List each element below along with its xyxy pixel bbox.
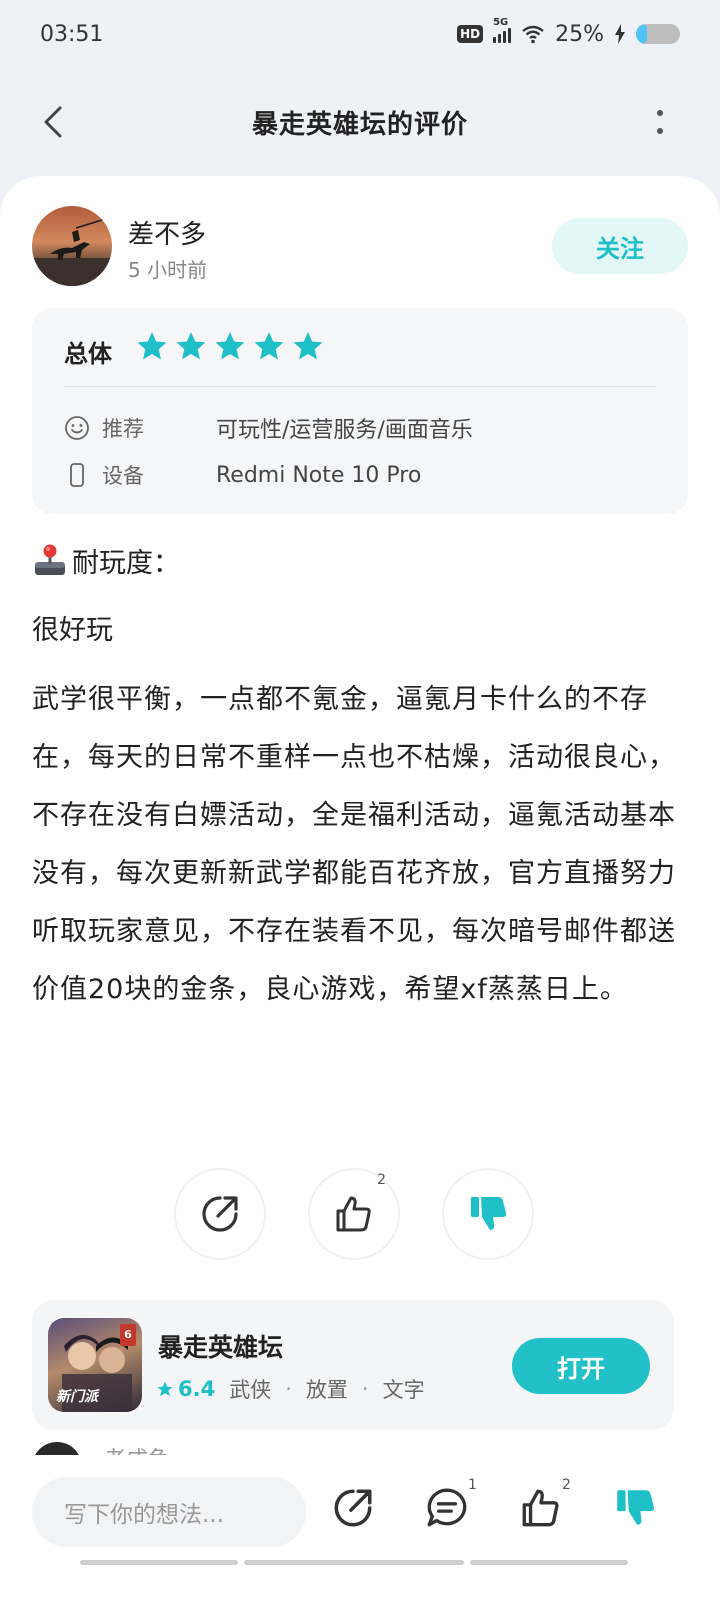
recommend-row: 推荐 可玩性/运营服务/画面音乐: [64, 412, 473, 444]
recommend-value: 可玩性/运营服务/画面音乐: [216, 418, 473, 443]
device-row: 设备 Redmi Note 10 Pro: [64, 460, 421, 490]
recommend-label: 推荐: [102, 417, 144, 441]
star-icon: [157, 1381, 173, 1397]
comment-input[interactable]: 写下你的想法...: [32, 1477, 306, 1547]
review-short-line: 很好玩: [32, 615, 113, 646]
comment-count: 1: [468, 1477, 477, 1493]
app-tag: 文字: [382, 1378, 425, 1402]
nav-indicator: [0, 1560, 720, 1600]
star-icon: [254, 332, 284, 360]
smile-icon: [65, 416, 89, 440]
share-icon: [202, 1196, 238, 1232]
device-value: Redmi Note 10 Pro: [216, 462, 422, 488]
divider: [64, 386, 656, 387]
battery-percent: 25%: [555, 21, 604, 47]
app-card[interactable]: 6 新门派 暴走英雄坛 6.4 武侠 · 放置 · 文字 打开: [32, 1300, 674, 1430]
joystick-icon: [35, 544, 65, 575]
share-button[interactable]: [174, 1168, 266, 1260]
star-icon: [176, 332, 206, 360]
thumbs-up-icon[interactable]: [518, 1485, 564, 1531]
thumbs-up-icon: [336, 1196, 371, 1232]
app-name: 暴走英雄坛: [158, 1333, 284, 1362]
section-heading: 耐玩度：: [32, 538, 688, 582]
status-bar: 03:51 HD 5G 25%: [0, 0, 720, 68]
share-icon[interactable]: [330, 1485, 376, 1531]
avatar[interactable]: [32, 206, 112, 286]
battery-fill: [636, 24, 647, 44]
like-count: 2: [562, 1477, 571, 1493]
hd-icon: HD: [457, 25, 484, 43]
review-card: 差不多 5 小时前 关注 总体 推荐 可玩性/运营服务/画面音乐 设备 Redm…: [0, 176, 720, 1486]
follow-button[interactable]: 关注: [552, 218, 688, 274]
page-title: 暴走英雄坛的评价: [251, 109, 468, 140]
status-time: 03:51: [40, 21, 104, 47]
thumbs-down-icon[interactable]: [612, 1485, 658, 1531]
review-content: 耐玩度： 很好玩 武学很平衡，一点都不氪金，逼氪月卡什么的不存在，每天的日常不重…: [32, 538, 688, 1019]
author-name[interactable]: 差不多: [128, 214, 206, 251]
anniversary-badge: 6: [120, 1324, 136, 1346]
comment-icon[interactable]: [424, 1485, 470, 1531]
open-app-button[interactable]: 打开: [512, 1338, 650, 1394]
post-time: 5 小时前: [128, 258, 208, 282]
wifi-icon: [522, 25, 544, 44]
chevron-left-icon[interactable]: [36, 102, 76, 142]
signal-icon: 5G: [493, 17, 512, 43]
device-label: 设备: [102, 464, 144, 488]
overall-label: 总体: [64, 340, 112, 368]
rating-box: 总体 推荐 可玩性/运营服务/画面音乐 设备 Redmi Note 10 Pro: [32, 308, 688, 514]
section-title: 耐玩度：: [72, 547, 180, 579]
more-vertical-icon[interactable]: [650, 102, 670, 142]
star-rating: [136, 330, 324, 362]
phone-icon: [70, 463, 84, 487]
charging-icon: [615, 24, 625, 44]
bottom-bar: 写下你的想法... 1 2: [0, 1455, 720, 1565]
app-score: 6.4: [178, 1377, 216, 1401]
app-tag: 武侠: [229, 1378, 272, 1402]
header: 暴走英雄坛的评价: [0, 80, 720, 164]
app-meta: 6.4 武侠 · 放置 · 文字: [156, 1374, 425, 1404]
status-icons: HD 5G 25%: [457, 17, 680, 47]
star-icon: [293, 332, 323, 360]
battery-icon: [636, 24, 680, 44]
like-count: 2: [377, 1172, 386, 1188]
star-icon: [137, 332, 167, 360]
like-button[interactable]: 2: [308, 1168, 400, 1260]
action-row: 2: [174, 1168, 534, 1260]
review-body: 武学很平衡，一点都不氪金，逼氪月卡什么的不存在，每天的日常不重样一点也不枯燥，活…: [32, 684, 676, 1005]
star-icon: [215, 332, 245, 360]
dislike-button[interactable]: [442, 1168, 534, 1260]
app-icon-text: 新门派: [56, 1389, 98, 1405]
thumbs-down-icon: [471, 1197, 507, 1230]
app-icon[interactable]: 6 新门派: [48, 1318, 142, 1412]
network-type: 5G: [493, 17, 509, 28]
app-tag: 放置: [305, 1378, 348, 1402]
author-row: 差不多 5 小时前 关注: [32, 206, 688, 286]
